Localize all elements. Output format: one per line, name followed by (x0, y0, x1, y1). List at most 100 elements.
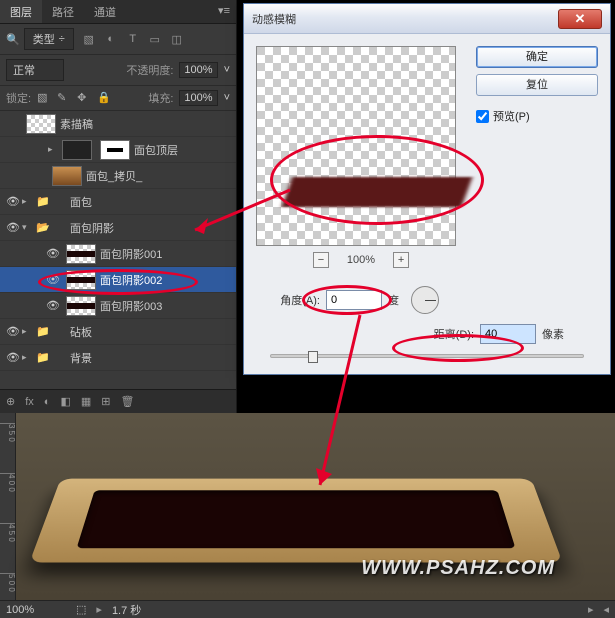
fx-icon[interactable]: fx (25, 396, 34, 408)
slider-thumb[interactable] (308, 351, 318, 363)
filter-preview[interactable] (256, 46, 456, 246)
info-chevron-icon[interactable]: ▸ (588, 603, 594, 616)
distance-unit: 像素 (542, 326, 564, 342)
ruler-tick: 3 5 0 (0, 423, 15, 442)
dialog-titlebar[interactable]: 动感模糊 ✕ (244, 4, 610, 34)
layer-thumb[interactable] (66, 270, 96, 290)
layer-folder-bg[interactable]: 👁 ▸ 📁 背景 (0, 345, 236, 371)
cutting-board-art (29, 479, 562, 563)
folder-icon: 📂 (36, 218, 66, 238)
layer-label: 面包 (70, 194, 232, 210)
layer-thumb[interactable] (26, 114, 56, 134)
ok-button[interactable]: 确定 (476, 46, 598, 68)
new-layer-icon[interactable]: ⊞ (101, 395, 110, 408)
filter-kind-icon[interactable]: 🔍 (6, 33, 20, 46)
layer-thumb[interactable] (66, 296, 96, 316)
panel-tabs: 图层 路径 通道 ▾≡ (0, 0, 236, 24)
layer-bread-copy[interactable]: 👁 面包_拷贝_ (0, 163, 236, 189)
layer-bread-top[interactable]: 👁 ▸ 面包顶层 (0, 137, 236, 163)
distance-slider[interactable] (270, 354, 584, 358)
trash-icon[interactable]: 🗑 (120, 395, 134, 408)
expand-icon[interactable]: ▸ (22, 352, 32, 363)
expand-icon[interactable]: ▾ (22, 222, 32, 233)
info-chevron-icon[interactable]: ◂ (603, 603, 609, 616)
vertical-ruler: 3 5 0 4 0 0 4 5 0 5 0 0 (0, 413, 16, 600)
layer-mask-thumb[interactable] (100, 140, 130, 160)
visibility-icon[interactable]: 👁 (4, 325, 22, 338)
status-icon[interactable]: ⬚ (76, 603, 86, 616)
zoom-in-button[interactable]: + (393, 252, 409, 268)
preview-checkbox[interactable] (476, 110, 489, 123)
folder-icon: 📁 (36, 322, 66, 342)
layer-folder-board[interactable]: 👁 ▸ 📁 砧板 (0, 319, 236, 345)
adjust-filter-icon[interactable]: ◐ (104, 32, 118, 46)
expand-icon[interactable]: ▸ (22, 196, 32, 207)
layer-folder-shadow[interactable]: 👁 ▾ 📂 面包阴影 (0, 215, 236, 241)
fill-chevron-icon[interactable]: ˅ (224, 92, 230, 104)
visibility-icon[interactable]: 👁 (4, 351, 22, 364)
layer-folder-bread[interactable]: 👁 ▸ 📁 面包 (0, 189, 236, 215)
adjustment-icon[interactable]: ◧ (60, 395, 70, 408)
tab-paths[interactable]: 路径 (42, 0, 84, 23)
close-button[interactable]: ✕ (558, 9, 602, 29)
expand-icon[interactable]: ▸ (48, 144, 58, 155)
visibility-icon[interactable]: 👁 (30, 143, 48, 156)
watermark-text: WWW.PSAHZ.COM (361, 557, 555, 580)
fill-value[interactable]: 100% (179, 90, 217, 106)
document-canvas[interactable]: WWW.PSAHZ.COM (16, 413, 615, 600)
visibility-icon[interactable]: 👁 (44, 273, 62, 286)
visibility-icon[interactable]: 👁 (30, 169, 48, 182)
text-filter-icon[interactable]: T (126, 32, 140, 46)
layer-shadow-001[interactable]: 👁 面包阴影001 (0, 241, 236, 267)
lock-brush-icon[interactable]: ✎ (57, 91, 71, 105)
panel-menu-icon[interactable]: ▾≡ (212, 0, 236, 23)
zoom-level[interactable]: 100% (6, 604, 66, 616)
link-layers-icon[interactable]: ⊕ (6, 395, 15, 408)
type-filter-select[interactable]: 类型÷ (24, 28, 74, 50)
preview-checkbox-row[interactable]: 预览(P) (476, 108, 598, 124)
zoom-out-button[interactable]: − (313, 252, 329, 268)
tab-layers[interactable]: 图层 (0, 0, 42, 23)
opacity-value[interactable]: 100% (179, 62, 217, 78)
lock-position-icon[interactable]: ✥ (77, 91, 91, 105)
motion-blur-dialog: 动感模糊 ✕ − 100% + 确定 复位 预览(P) 角度(A): 度 (243, 3, 611, 375)
layer-thumb[interactable] (52, 166, 82, 186)
shape-filter-icon[interactable]: ▭ (148, 32, 162, 46)
reset-button[interactable]: 复位 (476, 74, 598, 96)
angle-dial[interactable] (411, 286, 439, 314)
angle-unit: 度 (388, 292, 399, 308)
type-filter-row: 🔍 类型÷ ▧ ◐ T ▭ ◫ (0, 24, 236, 55)
opacity-chevron-icon[interactable]: ˅ (224, 64, 230, 76)
status-bar: 100% ⬚ ▸ 1.7 秒 ▸ ◂ (0, 600, 615, 618)
blend-mode-select[interactable]: 正常 (6, 59, 64, 81)
lock-pixels-icon[interactable]: ▧ (37, 91, 51, 105)
tab-channels[interactable]: 通道 (84, 0, 126, 23)
smart-filter-icon[interactable]: ◫ (170, 32, 184, 46)
visibility-icon[interactable]: 👁 (4, 117, 22, 130)
visibility-icon[interactable]: 👁 (4, 195, 22, 208)
blend-mode-row: 正常 不透明度: 100% ˅ (0, 55, 236, 86)
board-recess (77, 490, 516, 548)
visibility-icon[interactable]: 👁 (4, 221, 22, 234)
angle-input[interactable] (326, 290, 382, 310)
ruler-tick: 4 0 0 (0, 473, 15, 492)
group-icon[interactable]: ▦ (81, 395, 91, 408)
visibility-icon[interactable]: 👁 (44, 247, 62, 260)
visibility-icon[interactable]: 👁 (44, 299, 62, 312)
lock-all-icon[interactable]: 🔒 (97, 91, 111, 105)
layer-thumb[interactable] (62, 140, 92, 160)
opacity-label: 不透明度: (126, 62, 173, 78)
distance-input[interactable] (480, 324, 536, 344)
preview-section: − 100% + (256, 46, 466, 268)
expand-icon[interactable]: ▸ (22, 326, 32, 337)
layer-thumb[interactable] (66, 244, 96, 264)
layer-label: 面包_拷贝_ (86, 168, 232, 184)
pixel-filter-icon[interactable]: ▧ (82, 32, 96, 46)
mask-icon[interactable]: ◐ (44, 396, 51, 408)
folder-icon: 📁 (36, 348, 66, 368)
preview-content (282, 177, 473, 207)
info-chevron-icon[interactable]: ▸ (96, 603, 102, 616)
layer-shadow-002[interactable]: 👁 面包阴影002 (0, 267, 236, 293)
layer-shadow-003[interactable]: 👁 面包阴影003 (0, 293, 236, 319)
layer-sketch[interactable]: 👁 素描稿 (0, 111, 236, 137)
